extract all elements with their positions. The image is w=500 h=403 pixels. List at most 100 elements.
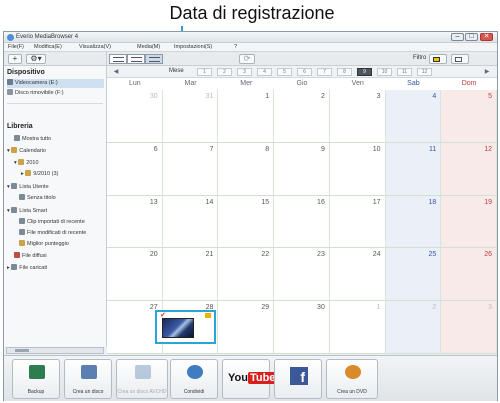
month-cell[interactable]: 8 bbox=[337, 68, 352, 76]
menu-media[interactable]: Media(M) bbox=[137, 44, 160, 51]
create-avchd-disc-button[interactable]: Crea un disco AVCHD bbox=[116, 359, 168, 399]
library-item-uploaded-files[interactable]: ▸ File caricati bbox=[7, 264, 47, 273]
month-cell[interactable]: 10 bbox=[377, 68, 392, 76]
close-button[interactable]: ✕ bbox=[480, 33, 493, 41]
calendar-day-cell[interactable]: 8 bbox=[218, 142, 275, 196]
day-number: 8 bbox=[265, 145, 270, 153]
calendar-day-cell[interactable]: 6 bbox=[107, 142, 163, 196]
month-cell[interactable]: 2 bbox=[217, 68, 232, 76]
facebook-button[interactable]: f bbox=[274, 359, 322, 399]
filter-edit-button[interactable] bbox=[451, 54, 469, 64]
month-cell[interactable]: 4 bbox=[257, 68, 272, 76]
calendar-day-cell[interactable]: 24 bbox=[329, 248, 386, 302]
device-item-removable-disk[interactable]: Disco rimovibile (F:) bbox=[7, 89, 64, 98]
calendar-day-cell[interactable]: 22 bbox=[218, 248, 275, 302]
calendar-day-cell[interactable]: 11 bbox=[385, 142, 442, 196]
device-section-title: Dispositivo bbox=[7, 69, 45, 76]
device-item-camera[interactable]: Videocamera (E:) bbox=[7, 79, 104, 88]
create-disc-button[interactable]: Crea un disco bbox=[64, 359, 112, 399]
calendar-day-cell[interactable]: 9 bbox=[274, 142, 330, 196]
sidebar-scrollbar[interactable] bbox=[6, 347, 104, 354]
scrollbar-thumb[interactable] bbox=[15, 349, 29, 352]
library-item-month[interactable]: ▸ 9/2010 (3) bbox=[21, 170, 58, 179]
calendar-day-cell[interactable]: 1 bbox=[329, 301, 386, 354]
menu-settings[interactable]: Impostazioni(S) bbox=[174, 44, 212, 51]
calendar-day-cell[interactable]: 30 bbox=[107, 90, 163, 143]
library-item-calendar[interactable]: ▾ Calendario bbox=[7, 147, 46, 156]
menu-view[interactable]: Visualizza(V) bbox=[79, 44, 111, 51]
month-cell[interactable]: 11 bbox=[397, 68, 412, 76]
calendar-day-cell[interactable]: 5 bbox=[441, 90, 497, 143]
calendar-day-cell[interactable]: 29 bbox=[218, 301, 275, 354]
library-item-shared-files[interactable]: File diffusi bbox=[14, 252, 47, 261]
maximize-button[interactable]: □ bbox=[465, 33, 478, 41]
rotate-icon: ⟳ bbox=[243, 54, 251, 63]
calendar-day-cell[interactable]: 15 bbox=[218, 195, 275, 249]
calendar-day-cell[interactable]: 18 bbox=[385, 195, 442, 249]
calendar-day-cell[interactable]: 4 bbox=[385, 90, 442, 143]
video-thumbnail-image[interactable] bbox=[162, 318, 194, 338]
create-dvd-button[interactable]: Crea un DVD bbox=[326, 359, 378, 399]
month-cell[interactable]: 12 bbox=[417, 68, 432, 76]
calendar-day-cell[interactable]: 30 bbox=[274, 301, 330, 354]
menu-edit[interactable]: Modifica(E) bbox=[34, 44, 62, 51]
calendar-day-cell[interactable]: 17 bbox=[329, 195, 386, 249]
smart-list-icon bbox=[11, 207, 18, 213]
calendar-day-cell[interactable]: 13 bbox=[107, 195, 163, 249]
calendar-day-cell[interactable]: 25 bbox=[385, 248, 442, 302]
add-button[interactable]: + bbox=[8, 54, 22, 64]
month-cell[interactable]: 1 bbox=[197, 68, 212, 76]
calendar-day-cell[interactable]: 20 bbox=[107, 248, 163, 302]
youtube-button[interactable]: You Tube bbox=[222, 359, 278, 399]
share-button[interactable]: Condividi bbox=[170, 359, 218, 399]
filter-color-button[interactable] bbox=[429, 54, 447, 64]
month-cell[interactable]: 9 bbox=[357, 68, 372, 76]
calendar-day-cell[interactable]: 3 bbox=[329, 90, 386, 143]
calendar-day-cell[interactable]: 3 bbox=[441, 301, 497, 354]
calendar-day-cell[interactable]: 12 bbox=[441, 142, 497, 196]
previous-year-button[interactable]: ◀ bbox=[111, 68, 121, 76]
calendar-day-cell[interactable]: 21 bbox=[162, 248, 219, 302]
minimize-button[interactable]: – bbox=[451, 33, 464, 41]
calendar-day-cell[interactable]: 1 bbox=[218, 90, 275, 143]
rotate-button[interactable]: ⟳ bbox=[239, 54, 255, 64]
calendar-day-cell[interactable]: 19 bbox=[441, 195, 497, 249]
month-cell[interactable]: 5 bbox=[277, 68, 292, 76]
menu-file[interactable]: File(F) bbox=[8, 44, 24, 51]
library-item-recent-imports[interactable]: Clip importati di recente bbox=[19, 218, 85, 227]
recording-thumbnail[interactable]: ✔ bbox=[155, 310, 216, 344]
day-number: 14 bbox=[205, 198, 214, 206]
calendar-day-cell[interactable]: 2 bbox=[274, 90, 330, 143]
calendar-day-cell[interactable]: 16 bbox=[274, 195, 330, 249]
month-cell[interactable]: 7 bbox=[317, 68, 332, 76]
list-view-button[interactable] bbox=[127, 54, 145, 64]
calendar-day-cell[interactable]: 23 bbox=[274, 248, 330, 302]
library-item-best-rated[interactable]: Miglior punteggio bbox=[19, 240, 69, 249]
calendar-icon bbox=[149, 57, 160, 62]
library-label: Clip importati di recente bbox=[27, 219, 85, 225]
weekday-header: Lun bbox=[129, 80, 141, 87]
calendar-day-cell[interactable]: 31 bbox=[162, 90, 219, 143]
library-item-smart-list[interactable]: ▾ Lista Smart bbox=[7, 207, 47, 216]
device-label: Videocamera (E:) bbox=[15, 80, 58, 86]
month-cell[interactable]: 6 bbox=[297, 68, 312, 76]
calendar-view-button[interactable] bbox=[145, 54, 163, 64]
library-item-recent-edits[interactable]: File modificati di recente bbox=[19, 229, 86, 238]
menu-help[interactable]: ? bbox=[234, 44, 237, 51]
library-item-untitled[interactable]: Senza titolo bbox=[19, 194, 56, 203]
calendar-day-cell[interactable]: 10 bbox=[329, 142, 386, 196]
library-item-year[interactable]: ▾ 2010 bbox=[14, 159, 39, 168]
flag-icon bbox=[205, 313, 211, 318]
library-item-show-all[interactable]: Mostra tutto bbox=[14, 135, 51, 144]
calendar-day-cell[interactable]: 26 bbox=[441, 248, 497, 302]
next-year-button[interactable]: ▶ bbox=[482, 68, 492, 76]
thumbnail-view-button[interactable] bbox=[109, 54, 127, 64]
calendar-day-cell[interactable]: 7 bbox=[162, 142, 219, 196]
calendar-day-cell[interactable]: 14 bbox=[162, 195, 219, 249]
library-item-user-list[interactable]: ▾ Lista Utente bbox=[7, 183, 49, 192]
month-cell[interactable]: 3 bbox=[237, 68, 252, 76]
backup-button[interactable]: Backup bbox=[12, 359, 60, 399]
calendar-day-cell[interactable]: 2 bbox=[385, 301, 442, 354]
library-label: Lista Smart bbox=[19, 208, 48, 214]
tools-button[interactable]: ⚙▾ bbox=[26, 54, 46, 64]
